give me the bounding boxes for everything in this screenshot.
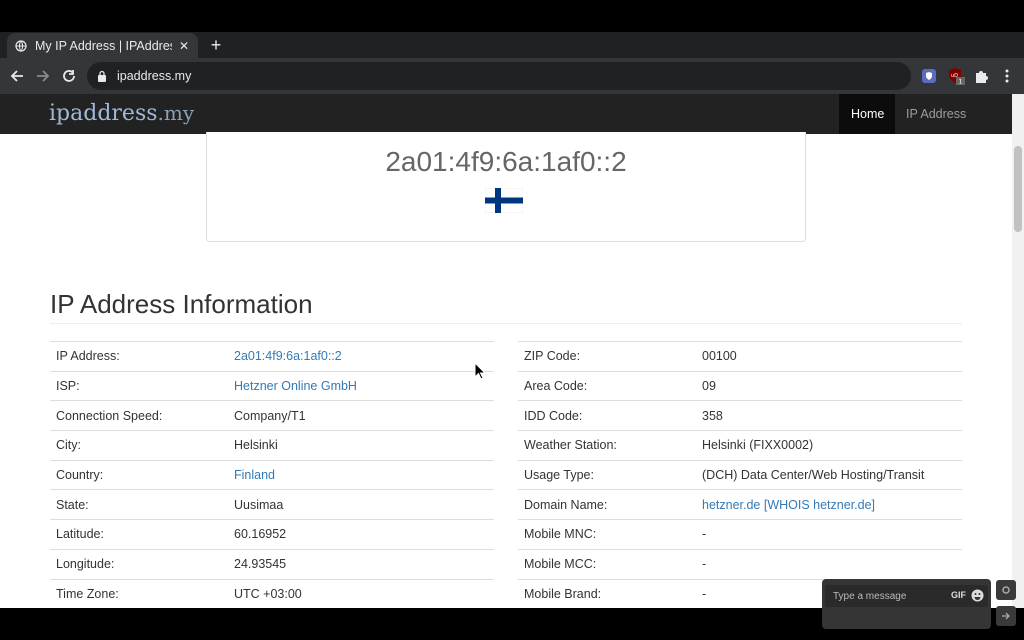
site-navbar: ipaddress.my Home IP Address	[0, 94, 1012, 134]
mouse-cursor-icon	[474, 362, 486, 380]
shield-extension-icon[interactable]	[920, 67, 938, 85]
table-row: State: Uusimaa	[50, 489, 494, 520]
row-label: Mobile Brand:	[518, 578, 696, 608]
row-value: Uusimaa	[228, 489, 494, 520]
browser-toolbar: ipaddress.my uD 1	[0, 58, 1024, 94]
chat-send-icon[interactable]	[996, 606, 1016, 626]
ip-card: 2a01:4f9:6a:1af0::2	[206, 132, 806, 242]
ip-info-table-left: IP Address: 2a01:4f9:6a:1af0::2 ISP: Hetzne…	[50, 341, 494, 608]
table-row: Latitude: 60.16952	[50, 519, 494, 550]
row-value-link[interactable]: 2a01:4f9:6a:1af0::2	[228, 341, 494, 372]
section-title: IP Address Information	[50, 289, 313, 319]
row-label: Connection Speed:	[50, 400, 228, 431]
row-label: ISP:	[50, 370, 228, 401]
table-row: ZIP Code: 00100	[518, 341, 962, 372]
table-row: Country: Finland	[50, 459, 494, 490]
table-row: Domain Name: hetzner.de [WHOIS hetzner.de…	[518, 489, 962, 520]
row-label: Usage Type:	[518, 459, 696, 490]
table-row: Mobile MCC: -	[518, 548, 962, 579]
gif-button[interactable]: GIF	[951, 590, 966, 600]
ublock-extension-icon[interactable]: uD 1	[947, 67, 965, 85]
table-row: Usage Type: (DCH) Data Center/Web Hosting…	[518, 459, 962, 490]
row-value: UTC +03:00	[228, 578, 494, 608]
row-label: IP Address:	[50, 341, 228, 372]
web-page: ipaddress.my Home IP Address 2a01:4f9:6a…	[0, 94, 1012, 608]
close-tab-icon[interactable]: ✕	[178, 39, 190, 53]
back-icon[interactable]	[7, 66, 27, 86]
table-row: Mobile MNC: -	[518, 519, 962, 550]
row-value-link[interactable]: Hetzner Online GmbH	[228, 370, 494, 401]
chat-placeholder: Type a message	[833, 591, 907, 602]
row-label: Domain Name:	[518, 489, 696, 520]
screen: My IP Address | IPAddress.my ✕ + ipaddre…	[0, 0, 1024, 640]
row-label: ZIP Code:	[518, 341, 696, 372]
table-row: Weather Station: Helsinki (FIXX0002)	[518, 430, 962, 461]
table-row: Time Zone: UTC +03:00	[50, 578, 494, 608]
menu-icon[interactable]	[998, 67, 1016, 85]
row-label: City:	[50, 430, 228, 461]
table-row: City: Helsinki	[50, 430, 494, 461]
row-label: Country:	[50, 459, 228, 490]
emoji-icon[interactable]	[971, 589, 984, 602]
section-divider	[50, 323, 962, 324]
row-value-link[interactable]: Finland	[228, 459, 494, 490]
row-value: Company/T1	[228, 400, 494, 431]
forward-icon[interactable]	[33, 66, 53, 86]
address-bar[interactable]: ipaddress.my	[87, 62, 911, 90]
row-value: 358	[696, 400, 962, 431]
row-label: Latitude:	[50, 519, 228, 550]
page-scrollbar[interactable]	[1012, 94, 1024, 608]
ip-heading: 2a01:4f9:6a:1af0::2	[385, 146, 627, 177]
table-row: Longitude: 24.93545	[50, 548, 494, 579]
row-value: -	[696, 519, 962, 550]
nav-ip-address[interactable]: IP Address	[894, 94, 978, 134]
table-row: Area Code: 09	[518, 370, 962, 401]
row-value: Helsinki	[228, 430, 494, 461]
row-label: Time Zone:	[50, 578, 228, 608]
chat-settings-icon[interactable]	[996, 580, 1016, 600]
row-value: (DCH) Data Center/Web Hosting/Transit	[696, 459, 962, 490]
tab-title: My IP Address | IPAddress.my	[35, 38, 172, 53]
table-row: IDD Code: 358	[518, 400, 962, 431]
row-label: State:	[50, 489, 228, 520]
brand-name: ipaddress	[49, 101, 158, 126]
row-value: Helsinki (FIXX0002)	[696, 430, 962, 461]
nav-home[interactable]: Home	[839, 94, 895, 134]
table-row: ISP: Hetzner Online GmbH	[50, 370, 494, 401]
scrollbar-thumb[interactable]	[1014, 146, 1022, 232]
lock-icon	[97, 70, 107, 82]
row-value: -	[696, 548, 962, 579]
extension-badge: 1	[959, 79, 963, 86]
reload-icon[interactable]	[59, 66, 79, 86]
brand-tld: .my	[157, 101, 195, 125]
chat-widget: Type a message GIF	[822, 579, 991, 629]
puzzle-extensions-icon[interactable]	[972, 67, 990, 85]
table-row: IP Address: 2a01:4f9:6a:1af0::2	[50, 341, 494, 372]
site-logo[interactable]: ipaddress.my	[49, 101, 194, 126]
browser-tab[interactable]: My IP Address | IPAddress.my ✕	[7, 33, 198, 58]
table-row: Connection Speed: Company/T1	[50, 400, 494, 431]
row-label: Mobile MCC:	[518, 548, 696, 579]
globe-icon	[15, 39, 27, 52]
row-label: Weather Station:	[518, 430, 696, 461]
row-label: IDD Code:	[518, 400, 696, 431]
row-label: Mobile MNC:	[518, 519, 696, 550]
row-label: Longitude:	[50, 548, 228, 579]
row-value: 00100	[696, 341, 962, 372]
chat-message-input[interactable]: Type a message GIF	[825, 585, 988, 607]
new-tab-icon[interactable]: +	[206, 35, 226, 55]
row-label: Area Code:	[518, 370, 696, 401]
ip-info-table-right: ZIP Code: 00100 Area Code: 09 IDD Code: 358 We…	[518, 341, 962, 608]
row-value: 60.16952	[228, 519, 494, 550]
row-value-link[interactable]: hetzner.de [WHOIS hetzner.de]	[696, 489, 962, 520]
finland-flag-icon	[485, 188, 523, 213]
row-value: 09	[696, 370, 962, 401]
row-value: 24.93545	[228, 548, 494, 579]
browser-tab-bar: My IP Address | IPAddress.my ✕ +	[0, 32, 1024, 58]
url-text: ipaddress.my	[117, 69, 192, 83]
